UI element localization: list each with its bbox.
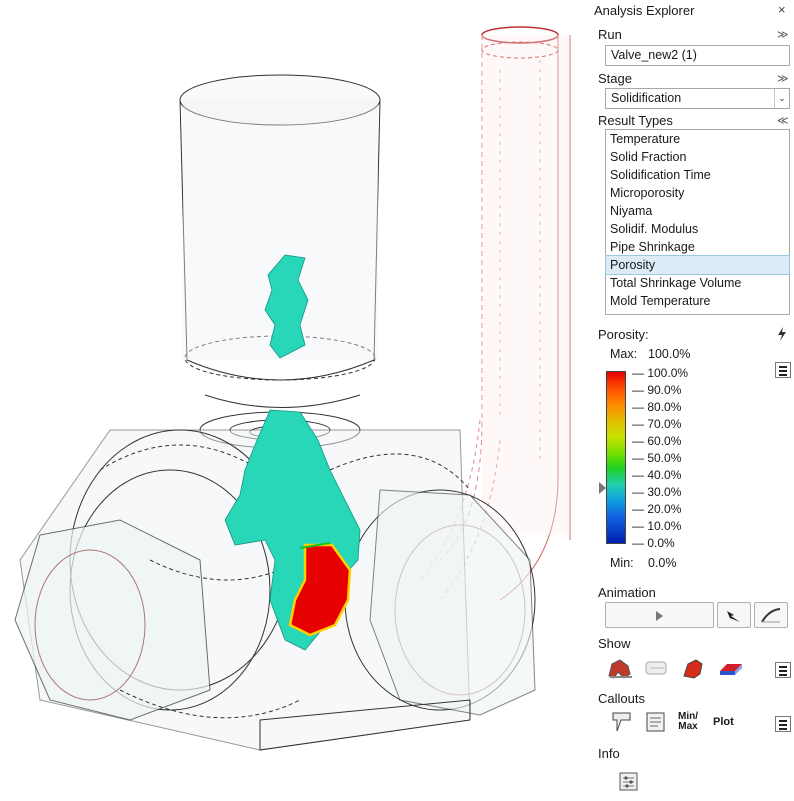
callout-plot-button[interactable]: Plot [713, 716, 734, 728]
legend-marker-icon[interactable] [599, 482, 606, 494]
close-icon[interactable]: × [778, 2, 786, 17]
info-label: Info [598, 746, 620, 761]
callouts-menu-button[interactable] [775, 716, 791, 732]
legend-tick: — 40.0% [632, 468, 682, 482]
result-types-list: Temperature Solid Fraction Solidificatio… [605, 129, 790, 315]
panel-title: Analysis Explorer [594, 3, 695, 18]
callout-probe-icon[interactable] [610, 710, 634, 734]
result-types-collapse-chevron-icon[interactable]: ≪ [777, 114, 789, 127]
legend-title: Porosity: [598, 327, 649, 342]
legend-tick: — 20.0% [632, 502, 682, 516]
animation-options-button[interactable] [717, 602, 751, 628]
3d-viewport[interactable] [0, 0, 590, 798]
legend-max-label: Max: [610, 347, 638, 361]
show-legend-color-icon[interactable] [717, 656, 745, 680]
show-mold-icon[interactable] [642, 654, 672, 682]
list-item[interactable]: Temperature [606, 130, 789, 148]
animation-play-button[interactable] [605, 602, 714, 628]
show-menu-button[interactable] [775, 662, 791, 678]
callout-note-icon[interactable] [644, 710, 668, 734]
list-item[interactable]: Total Shrinkage Volume [606, 274, 789, 292]
stage-select[interactable]: Solidification ⌄ [605, 88, 790, 109]
valve-casting-model [14, 26, 571, 751]
min-max-line2: Max [678, 721, 698, 732]
stage-collapse-chevron-icon[interactable]: ≫ [777, 72, 789, 85]
legend-menu-button[interactable] [775, 362, 791, 378]
run-collapse-chevron-icon[interactable]: ≫ [777, 28, 789, 41]
animation-label: Animation [598, 585, 656, 600]
legend-min-label: Min: [610, 556, 634, 570]
list-item[interactable]: Solidif. Modulus [606, 220, 789, 238]
stage-label: Stage [598, 71, 632, 86]
legend-tick: — 100.0% [632, 366, 689, 380]
curve-icon [761, 608, 781, 623]
legend-tick: — 50.0% [632, 451, 682, 465]
legend-tick: — 10.0% [632, 519, 682, 533]
list-item[interactable]: Solid Fraction [606, 148, 789, 166]
run-field[interactable]: Valve_new2 (1) [605, 45, 790, 66]
list-item[interactable]: Niyama [606, 202, 789, 220]
list-item[interactable]: Microporosity [606, 184, 789, 202]
show-label: Show [598, 636, 631, 651]
color-scale-bar [606, 371, 626, 544]
callouts-label: Callouts [598, 691, 645, 706]
show-result-part-icon[interactable] [680, 654, 710, 682]
run-label: Run [598, 27, 622, 42]
show-cast-part-icon[interactable] [606, 654, 636, 682]
info-settings-icon[interactable] [618, 771, 640, 793]
result-types-label: Result Types [598, 113, 673, 128]
wand-icon [727, 611, 740, 622]
analysis-explorer-panel: Analysis Explorer × Run ≫ Valve_new2 (1)… [590, 0, 794, 798]
legend-max-value: 100.0% [648, 347, 691, 361]
play-icon [656, 611, 663, 621]
list-item[interactable]: Pipe Shrinkage [606, 238, 789, 256]
legend-tick: — 60.0% [632, 434, 682, 448]
legend-min-value: 0.0% [648, 556, 677, 570]
legend-tick: — 70.0% [632, 417, 682, 431]
legend-tick: — 0.0% [632, 536, 675, 550]
animation-curve-button[interactable] [754, 602, 788, 628]
lightning-icon[interactable] [776, 327, 788, 341]
list-item[interactable]: Mold Temperature [606, 292, 789, 310]
callout-min-max-button[interactable]: Min/ Max [676, 712, 700, 732]
legend-tick: — 90.0% [632, 383, 682, 397]
list-item-selected[interactable]: Porosity [605, 255, 790, 275]
list-item[interactable]: Solidification Time [606, 166, 789, 184]
chevron-down-icon[interactable]: ⌄ [774, 89, 789, 108]
stage-value: Solidification [611, 91, 682, 105]
legend-tick: — 30.0% [632, 485, 682, 499]
legend-tick: — 80.0% [632, 400, 682, 414]
